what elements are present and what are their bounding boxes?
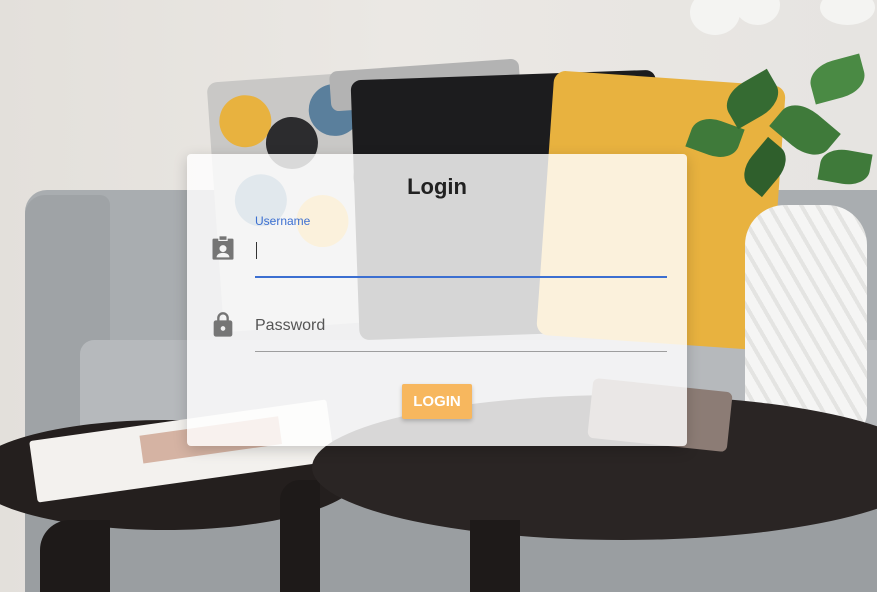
lock-icon	[209, 311, 237, 339]
username-input[interactable]	[255, 238, 667, 262]
username-label: Username	[255, 214, 311, 228]
username-field[interactable]: Username	[255, 212, 667, 278]
text-cursor	[256, 242, 257, 259]
rose	[820, 0, 875, 25]
pillow-dot	[217, 93, 274, 149]
password-underline	[255, 351, 667, 352]
lock-svg	[213, 312, 233, 337]
username-underline	[255, 276, 667, 278]
flower-bouquet	[680, 0, 877, 230]
rose	[735, 0, 780, 25]
contact-badge-svg	[212, 236, 234, 260]
table-leg	[280, 480, 320, 592]
rose	[690, 0, 740, 35]
table-leg	[40, 520, 110, 592]
leaf	[817, 145, 873, 189]
password-field[interactable]	[255, 306, 667, 354]
login-card: Login Username LOGIN	[187, 154, 687, 446]
login-title: Login	[407, 174, 467, 199]
leaf	[806, 53, 869, 105]
password-input[interactable]	[255, 314, 667, 338]
login-button[interactable]: LOGIN	[402, 384, 472, 419]
table-leg	[470, 520, 520, 592]
contact-badge-icon	[209, 234, 237, 262]
leaf	[735, 136, 795, 198]
